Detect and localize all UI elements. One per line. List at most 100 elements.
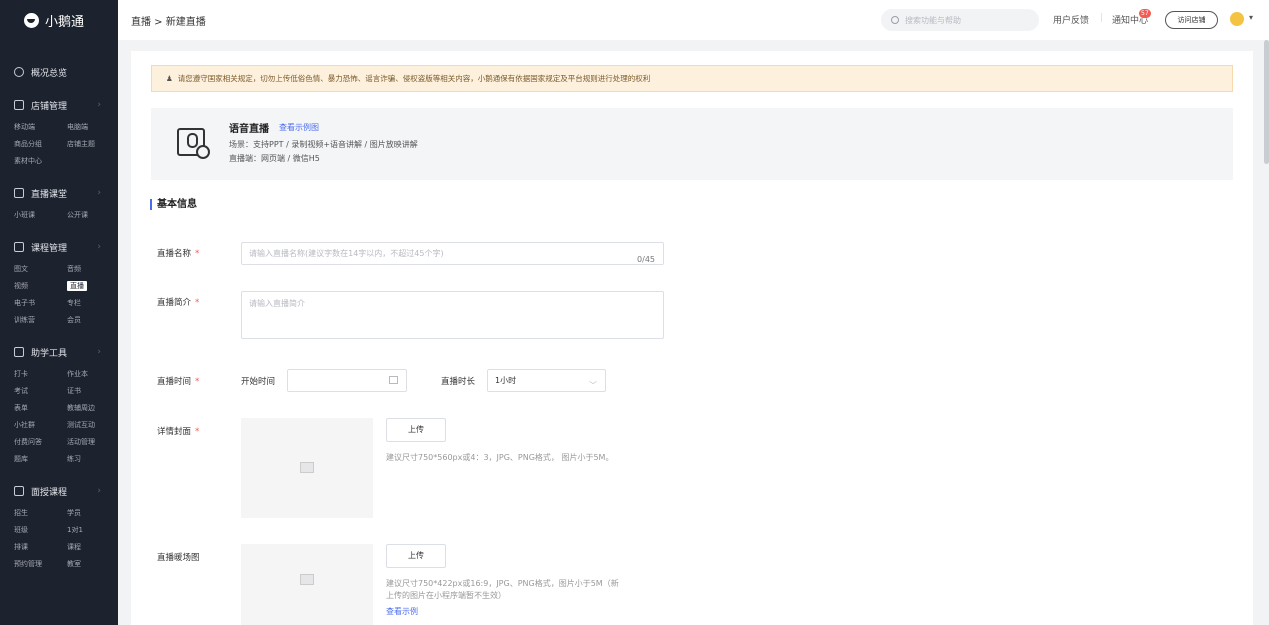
live-name-input[interactable]: 请输入直播名称(建议字数在14字以内，不超过45个字) 0/45 xyxy=(241,242,664,265)
sidebar-subitem[interactable]: 直播 xyxy=(67,278,118,295)
sidebar-subitem[interactable]: 练习 xyxy=(67,451,118,468)
sidebar-subitem-label: 图文 xyxy=(14,265,28,273)
sidebar-subitem[interactable]: 付费问答 xyxy=(14,434,67,451)
sidebar-section-2[interactable]: 课程管理 › xyxy=(0,237,118,257)
sidebar-subitem-label: 题库 xyxy=(14,455,28,463)
warmup-example-link[interactable]: 查看示例 xyxy=(386,606,418,617)
sidebar-subitem[interactable]: 会员 xyxy=(67,312,118,329)
sidebar-section-label: 面授课程 xyxy=(31,487,68,498)
start-time-label: 开始时间 xyxy=(241,377,276,387)
toolbox-icon xyxy=(14,347,24,357)
sidebar-subitem[interactable]: 视频 xyxy=(14,278,67,295)
time-label-text: 直播时间 xyxy=(157,377,192,387)
sidebar-subitem[interactable]: 小社群 xyxy=(14,417,67,434)
sidebar-subitem-label: 表单 xyxy=(14,404,28,412)
avatar[interactable] xyxy=(1230,12,1244,26)
sidebar-subitems: 打卡 作业本考试 证书表单 教辅周边 小社群 测试互动 付费问答 活动管理题库 练习 xyxy=(0,366,118,468)
search-icon xyxy=(891,16,899,24)
sidebar-subitem[interactable]: 教辅周边 xyxy=(67,400,118,417)
sidebar-subitem[interactable]: 招生 xyxy=(14,505,67,522)
cover-upload-button[interactable]: 上传 xyxy=(386,418,446,442)
sidebar-subitem[interactable]: 预约管理 xyxy=(14,556,67,573)
sidebar-subitem-label: 活动管理 xyxy=(67,438,95,446)
sidebar-subitem-label: 班级 xyxy=(14,526,28,534)
sidebar-subitem[interactable]: 音频 xyxy=(67,261,118,278)
sidebar-subitem[interactable]: 素材中心 xyxy=(14,153,67,170)
cover-image-placeholder[interactable] xyxy=(241,418,373,518)
cover-label: 详情封面 * xyxy=(157,425,199,437)
warmup-label: 直播暖场图 xyxy=(157,553,200,563)
sidebar-subitem[interactable]: 训练营 xyxy=(14,312,67,329)
section-title: 基本信息 xyxy=(150,199,197,210)
sidebar-subitem-label: 考试 xyxy=(14,387,28,395)
sidebar-subitem-label: 小班课 xyxy=(14,211,35,219)
image-icon xyxy=(300,462,314,473)
sidebar-subitem-label: 音频 xyxy=(67,265,81,273)
sidebar-subitem[interactable]: 班级 xyxy=(14,522,67,539)
duration-select[interactable]: 1小时 ﹀ xyxy=(487,369,606,392)
sidebar-section-4[interactable]: 面授课程 › xyxy=(0,481,118,501)
sidebar-section-3[interactable]: 助学工具 › xyxy=(0,342,118,362)
search-input[interactable]: 搜索功能与帮助 xyxy=(881,9,1039,31)
sidebar-subitem[interactable]: 图文 xyxy=(14,261,67,278)
sidebar-subitem-label: 练习 xyxy=(67,455,81,463)
live-type-platform: 直播端：网页端 / 微信H5 xyxy=(229,154,320,163)
sidebar-subitem[interactable]: 电子书 xyxy=(14,295,67,312)
chevron-right-icon: › xyxy=(97,188,101,198)
image-icon xyxy=(300,574,314,585)
sidebar-subitems: 小班课 公开课 xyxy=(0,207,118,224)
chevron-down-icon[interactable]: ▾ xyxy=(1249,13,1253,22)
warmup-upload-button[interactable]: 上传 xyxy=(386,544,446,568)
sidebar: 小鹅通 概况总览 店铺管理 › 移动端 电脑端 商品分组 店铺主题素材中心直播课堂 › 小班课… xyxy=(0,0,118,625)
sidebar-subitem[interactable]: 题库 xyxy=(14,451,67,468)
sidebar-subitem[interactable]: 教室 xyxy=(67,556,118,573)
sidebar-subitem[interactable]: 1对1 xyxy=(67,522,118,539)
sidebar-subitem[interactable]: 移动端 xyxy=(14,119,67,136)
sidebar-subitem[interactable]: 活动管理 xyxy=(67,434,118,451)
scrollbar[interactable] xyxy=(1264,40,1269,164)
sidebar-subitem[interactable]: 学员 xyxy=(67,505,118,522)
required-mark: * xyxy=(195,427,200,437)
sidebar-subitem[interactable]: 作业本 xyxy=(67,366,118,383)
sidebar-subitem[interactable]: 考试 xyxy=(14,383,67,400)
sidebar-subitem-label: 素材中心 xyxy=(14,157,42,165)
sidebar-subitem[interactable]: 商品分组 xyxy=(14,136,67,153)
sidebar-subitem[interactable]: 小班课 xyxy=(14,207,67,224)
example-image-link[interactable]: 查看示例图 xyxy=(279,122,319,133)
sidebar-subitem[interactable]: 证书 xyxy=(67,383,118,400)
warmup-image-placeholder[interactable] xyxy=(241,544,373,625)
name-counter: 0/45 xyxy=(637,255,655,264)
required-mark: * xyxy=(195,249,200,259)
sidebar-subitem-label: 会员 xyxy=(67,316,81,324)
sidebar-subitem[interactable]: 测试互动 xyxy=(67,417,118,434)
sidebar-subitem[interactable]: 课程 xyxy=(67,539,118,556)
sidebar-section-1[interactable]: 直播课堂 › xyxy=(0,183,118,203)
sidebar-subitem[interactable]: 电脑端 xyxy=(67,119,118,136)
sidebar-subitem[interactable]: 打卡 xyxy=(14,366,67,383)
logo-text: 小鹅通 xyxy=(45,14,85,30)
live-intro-textarea[interactable]: 请输入直播简介 xyxy=(241,291,664,339)
feedback-link[interactable]: 用户反馈 xyxy=(1053,13,1089,26)
sidebar-subitem-label: 教室 xyxy=(67,560,81,568)
name-placeholder: 请输入直播名称(建议字数在14字以内，不超过45个字) xyxy=(249,249,444,258)
logo[interactable]: 小鹅通 xyxy=(0,0,118,40)
duration-label: 直播时长 xyxy=(441,377,476,387)
search-placeholder: 搜索功能与帮助 xyxy=(905,15,961,25)
topbar: 直播 > 新建直播 搜索功能与帮助 用户反馈 | 通知中心 57 访问店铺 ▾ xyxy=(118,0,1269,40)
sidebar-subitem-label: 打卡 xyxy=(14,370,28,378)
cover-hint: 建议尺寸750*560px或4：3，JPG、PNG格式， 图片小于5M。 xyxy=(386,453,614,462)
sidebar-item-overview[interactable]: 概况总览 xyxy=(0,62,118,82)
dashboard-icon xyxy=(14,67,24,77)
required-mark: * xyxy=(195,298,200,308)
sidebar-section-0[interactable]: 店铺管理 › xyxy=(0,95,118,115)
sidebar-subitem[interactable]: 专栏 xyxy=(67,295,118,312)
start-time-picker[interactable] xyxy=(287,369,407,392)
visit-store-button[interactable]: 访问店铺 xyxy=(1165,11,1218,29)
logo-icon xyxy=(24,12,39,28)
chevron-down-icon: ﹀ xyxy=(589,381,597,390)
sidebar-subitem[interactable]: 排课 xyxy=(14,539,67,556)
sidebar-subitem[interactable]: 表单 xyxy=(14,400,67,417)
store-icon xyxy=(14,100,24,110)
sidebar-subitem[interactable]: 店铺主题 xyxy=(67,136,118,153)
sidebar-subitem[interactable]: 公开课 xyxy=(67,207,118,224)
